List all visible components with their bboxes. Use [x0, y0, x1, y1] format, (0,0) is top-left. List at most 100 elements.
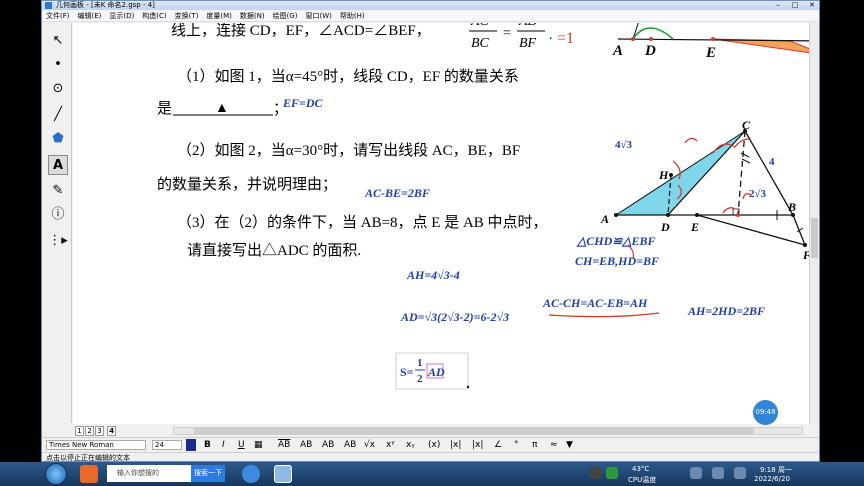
- toolbox: ↖ • ⊙ ╱ ⬟ A ✎ ⓘ ⋮▸: [42, 23, 72, 423]
- polygon-tool-icon[interactable]: ⬟: [48, 129, 68, 149]
- custom-tool-icon[interactable]: ⋮▸: [48, 231, 68, 251]
- note-congruence: △CHD≌△EBF: [576, 234, 656, 248]
- info-tool-icon[interactable]: ⓘ: [48, 205, 68, 225]
- top-label-A: A: [612, 43, 623, 59]
- menu-graph[interactable]: 绘图(G): [269, 11, 302, 22]
- arc-ab-button[interactable]: AB: [344, 439, 356, 451]
- clock-date[interactable]: 2022/6/20: [754, 475, 790, 483]
- text-tool-icon[interactable]: A: [48, 155, 68, 175]
- compass-tool-icon[interactable]: ⊙: [48, 79, 68, 99]
- point-tool-icon[interactable]: •: [48, 55, 68, 75]
- close-button[interactable]: ✕: [804, 1, 819, 10]
- fig-label-C: C: [742, 118, 751, 132]
- line-tool-icon[interactable]: ╱: [48, 105, 68, 125]
- line-ab-button[interactable]: AB: [322, 439, 334, 451]
- clock-time[interactable]: 9:18 周一: [760, 465, 792, 475]
- sketch-canvas[interactable]: 线上，连接 CD，EF，∠ACD=∠BEF， AC BC = AD BF . =…: [73, 23, 811, 424]
- fig-length-4sqrt3: 4√3: [615, 139, 633, 151]
- top-figure: A D E B F: [612, 23, 811, 61]
- symbol-panel-icon[interactable]: ▦: [254, 439, 263, 451]
- top-label-E: E: [705, 45, 716, 61]
- app-launcher-icon[interactable]: [80, 465, 98, 483]
- fig-label-H: H: [658, 168, 669, 182]
- timer-badge[interactable]: 09:48: [753, 400, 778, 425]
- tray-app-icon[interactable]: [590, 467, 602, 479]
- menu-file[interactable]: 文件(F): [42, 11, 74, 22]
- black-margin: [820, 0, 864, 462]
- cpu-temperature: 43°C: [632, 465, 650, 473]
- abs2-button[interactable]: |x|: [472, 439, 483, 451]
- underline-button[interactable]: U: [238, 439, 245, 451]
- page-tab-1[interactable]: 1: [75, 426, 84, 436]
- bold-button[interactable]: B: [204, 439, 211, 451]
- frac2-denominator: BF: [519, 36, 537, 51]
- menu-data[interactable]: 数据(N): [236, 11, 269, 22]
- q3-line2: 请直接写出△ADC 的面积.: [187, 242, 361, 259]
- pi-button[interactable]: π: [532, 439, 537, 451]
- note-ad: AD=√3(2√3-2)=6-2√3: [400, 310, 509, 324]
- window-title: 几何画板 - [未K 命名2.gsp - 4]: [56, 1, 155, 9]
- subscript-button[interactable]: xᵧ: [406, 439, 415, 451]
- title-bar[interactable]: 几何画板 - [未K 命名2.gsp - 4] – □ ✕: [42, 1, 819, 10]
- problem-top-line: 线上，连接 CD，EF，∠ACD=∠BEF，: [171, 23, 431, 39]
- minimize-button[interactable]: –: [770, 1, 786, 10]
- frac1-denominator: BC: [471, 36, 490, 51]
- menu-display[interactable]: 显示(D): [105, 11, 138, 22]
- fig-length-2sqrt3: 2√3: [749, 188, 767, 200]
- menu-edit[interactable]: 编辑(E): [74, 11, 106, 22]
- sketchpad-taskbar-icon[interactable]: [274, 465, 292, 483]
- tray-security-icon[interactable]: [606, 467, 618, 479]
- menu-transform[interactable]: 变换(T): [171, 11, 203, 22]
- page-tab-4[interactable]: 4: [107, 426, 116, 436]
- app-icon: [45, 2, 52, 9]
- app-window: 几何画板 - [未K 命名2.gsp - 4] – □ ✕ 文件(F) 编辑(E)…: [41, 0, 820, 462]
- note-ac-ch: AC-CH=AC-EB=AH: [542, 296, 648, 310]
- approx-button[interactable]: ≈: [550, 439, 558, 451]
- italic-button[interactable]: I: [222, 439, 225, 451]
- taskbar-search-button[interactable]: 搜索一下: [191, 465, 225, 482]
- note-ch-eb: CH=EB,HD=BF: [575, 254, 659, 268]
- q3-line1: （3）在（2）的条件下，当 AB=8，点 E 是 AB 中点时，: [177, 214, 548, 231]
- overline-ab-button[interactable]: AB: [278, 439, 290, 451]
- page-tab-3[interactable]: 3: [95, 426, 104, 436]
- paren-button[interactable]: (x): [428, 439, 440, 451]
- text-color-button[interactable]: [186, 439, 196, 451]
- fig-label-D: D: [660, 220, 670, 234]
- svg-text:.: .: [549, 28, 553, 43]
- ray-ab-button[interactable]: AB: [300, 439, 312, 451]
- maximize-button[interactable]: □: [787, 1, 803, 10]
- network-icon[interactable]: [690, 467, 702, 479]
- angle-button[interactable]: ∠: [494, 439, 502, 451]
- input-method-icon[interactable]: [734, 467, 746, 479]
- page-tabs: 1 2 3 4: [73, 425, 811, 437]
- browser-icon[interactable]: [242, 465, 260, 483]
- select-arrow-icon[interactable]: ↖: [48, 31, 68, 51]
- note-ah: AH=4√3-4: [406, 268, 460, 282]
- menu-construct[interactable]: 构造(C): [138, 11, 170, 22]
- sqrt-button[interactable]: √x: [364, 439, 375, 451]
- degree-button[interactable]: °: [514, 439, 519, 451]
- menu-help[interactable]: 帮助(H): [336, 11, 369, 22]
- menu-window[interactable]: 窗口(W): [301, 11, 335, 22]
- menu-measure[interactable]: 度量(M): [202, 11, 236, 22]
- page-tab-2[interactable]: 2: [85, 426, 94, 436]
- q2-answer: AC-BE=2BF: [364, 186, 430, 200]
- fig-label-E: E: [690, 220, 699, 234]
- taskbar: 输入你想搜的 搜索一下 43°C CPU温度 9:18 周一 2022/6/20: [0, 462, 864, 486]
- q2-line1: （2）如图 2，当α=30°时，请写出线段 AC，BE，BF: [177, 142, 520, 159]
- font-select[interactable]: Times New Roman: [46, 440, 146, 450]
- more-symbols-button[interactable]: ▼: [566, 439, 573, 451]
- status-bar: 点击以停止正在编辑的文本: [42, 452, 819, 461]
- font-size-select[interactable]: 24: [152, 440, 182, 450]
- ratio-fractions: AC BC = AD BF . =1: [469, 23, 574, 51]
- area-formula-den: 2: [417, 373, 423, 385]
- horizontal-scrollbar[interactable]: [173, 427, 803, 435]
- text-toolbar: Times New Roman 24 B I U ▦ AB AB AB AB √…: [42, 437, 819, 451]
- volume-icon[interactable]: [712, 467, 724, 479]
- abs-button[interactable]: |x|: [450, 439, 461, 451]
- q1-line2-prefix: 是: [157, 101, 172, 117]
- power-button[interactable]: xʸ: [386, 439, 395, 451]
- marker-tool-icon[interactable]: ✎: [48, 181, 68, 201]
- vertical-scrollbar[interactable]: [809, 23, 819, 424]
- start-button[interactable]: [45, 463, 67, 485]
